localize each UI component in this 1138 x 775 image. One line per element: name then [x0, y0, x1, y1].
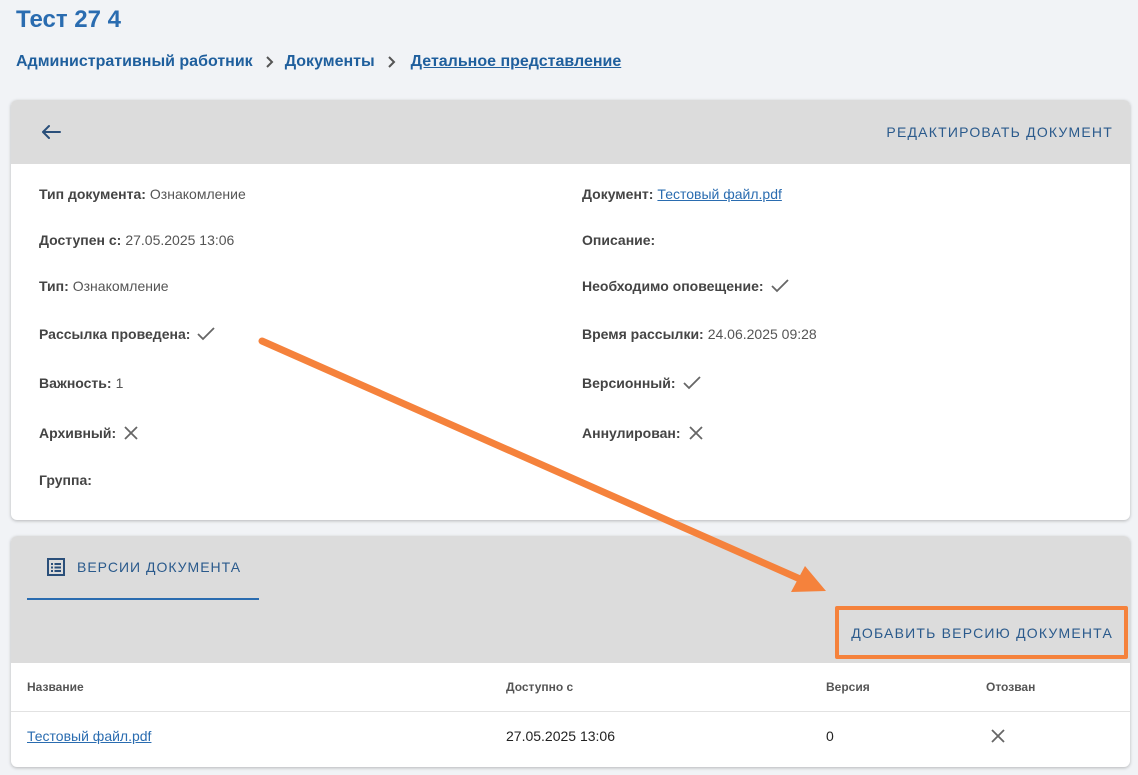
field-notify-required: Необходимо оповещение: — [582, 278, 790, 294]
document-versions-card: ВЕРСИИ ДОКУМЕНТА ДОБАВИТЬ ВЕРСИЮ ДОКУМЕН… — [11, 536, 1130, 767]
breadcrumb-item-documents[interactable]: Документы — [285, 53, 375, 71]
field-mailing-done: Рассылка проведена: — [39, 326, 216, 342]
versions-table-header: Название Доступно с Версия Отозван — [11, 663, 1130, 712]
document-details-card: РЕДАКТИРОВАТЬ ДОКУМЕНТ Тип документа: Оз… — [11, 100, 1130, 520]
field-type: Тип: Ознакомление — [39, 278, 169, 294]
version-file-link[interactable]: Тестовый файл.pdf — [27, 728, 151, 744]
version-available: 27.05.2025 13:06 — [506, 728, 615, 744]
page-title: Тест 27 4 — [16, 6, 121, 33]
close-icon — [688, 426, 703, 440]
column-header-available[interactable]: Доступно с — [506, 680, 573, 694]
arrow-left-icon — [42, 125, 61, 139]
field-description: Описание: — [582, 232, 656, 248]
field-available-from: Доступен с: 27.05.2025 13:06 — [39, 232, 235, 248]
close-icon — [124, 426, 138, 440]
column-header-version[interactable]: Версия — [826, 680, 870, 694]
add-version-button[interactable]: ДОБАВИТЬ ВЕРСИЮ ДОКУМЕНТА — [851, 625, 1113, 641]
check-icon — [770, 279, 789, 293]
list-icon — [47, 558, 65, 576]
column-header-revoked[interactable]: Отозван — [986, 680, 1035, 694]
check-icon — [682, 376, 701, 390]
breadcrumb: Административный работник Документы Дета… — [16, 53, 621, 71]
edit-document-button[interactable]: РЕДАКТИРОВАТЬ ДОКУМЕНТ — [886, 124, 1113, 140]
versions-toolbar: ВЕРСИИ ДОКУМЕНТА ДОБАВИТЬ ВЕРСИЮ ДОКУМЕН… — [11, 536, 1130, 663]
close-icon — [989, 727, 1007, 750]
chevron-right-icon — [387, 56, 397, 68]
field-group: Группа: — [39, 472, 92, 488]
field-doc-type: Тип документа: Ознакомление — [39, 186, 246, 202]
document-file-link[interactable]: Тестовый файл.pdf — [657, 186, 781, 202]
column-header-name[interactable]: Название — [27, 680, 84, 694]
field-importance: Важность: 1 — [39, 375, 124, 391]
chevron-right-icon — [265, 56, 275, 68]
field-versioned: Версионный: — [582, 375, 702, 391]
breadcrumb-item-admin[interactable]: Административный работник — [16, 53, 253, 71]
field-cancelled: Аннулирован: — [582, 424, 705, 442]
back-button[interactable] — [39, 120, 63, 144]
table-row: Тестовый файл.pdf 27.05.2025 13:06 0 — [11, 712, 1130, 760]
check-icon — [197, 327, 216, 341]
field-mailing-time: Время рассылки: 24.06.2025 09:28 — [582, 326, 817, 342]
field-document: Документ: Тестовый файл.pdf — [582, 186, 782, 202]
breadcrumb-current: Детальное представление — [410, 53, 622, 70]
tab-document-versions[interactable]: ВЕРСИИ ДОКУМЕНТА — [27, 536, 259, 600]
card-header: РЕДАКТИРОВАТЬ ДОКУМЕНТ — [11, 100, 1130, 164]
version-number: 0 — [826, 728, 834, 744]
field-archived: Архивный: — [39, 424, 140, 442]
